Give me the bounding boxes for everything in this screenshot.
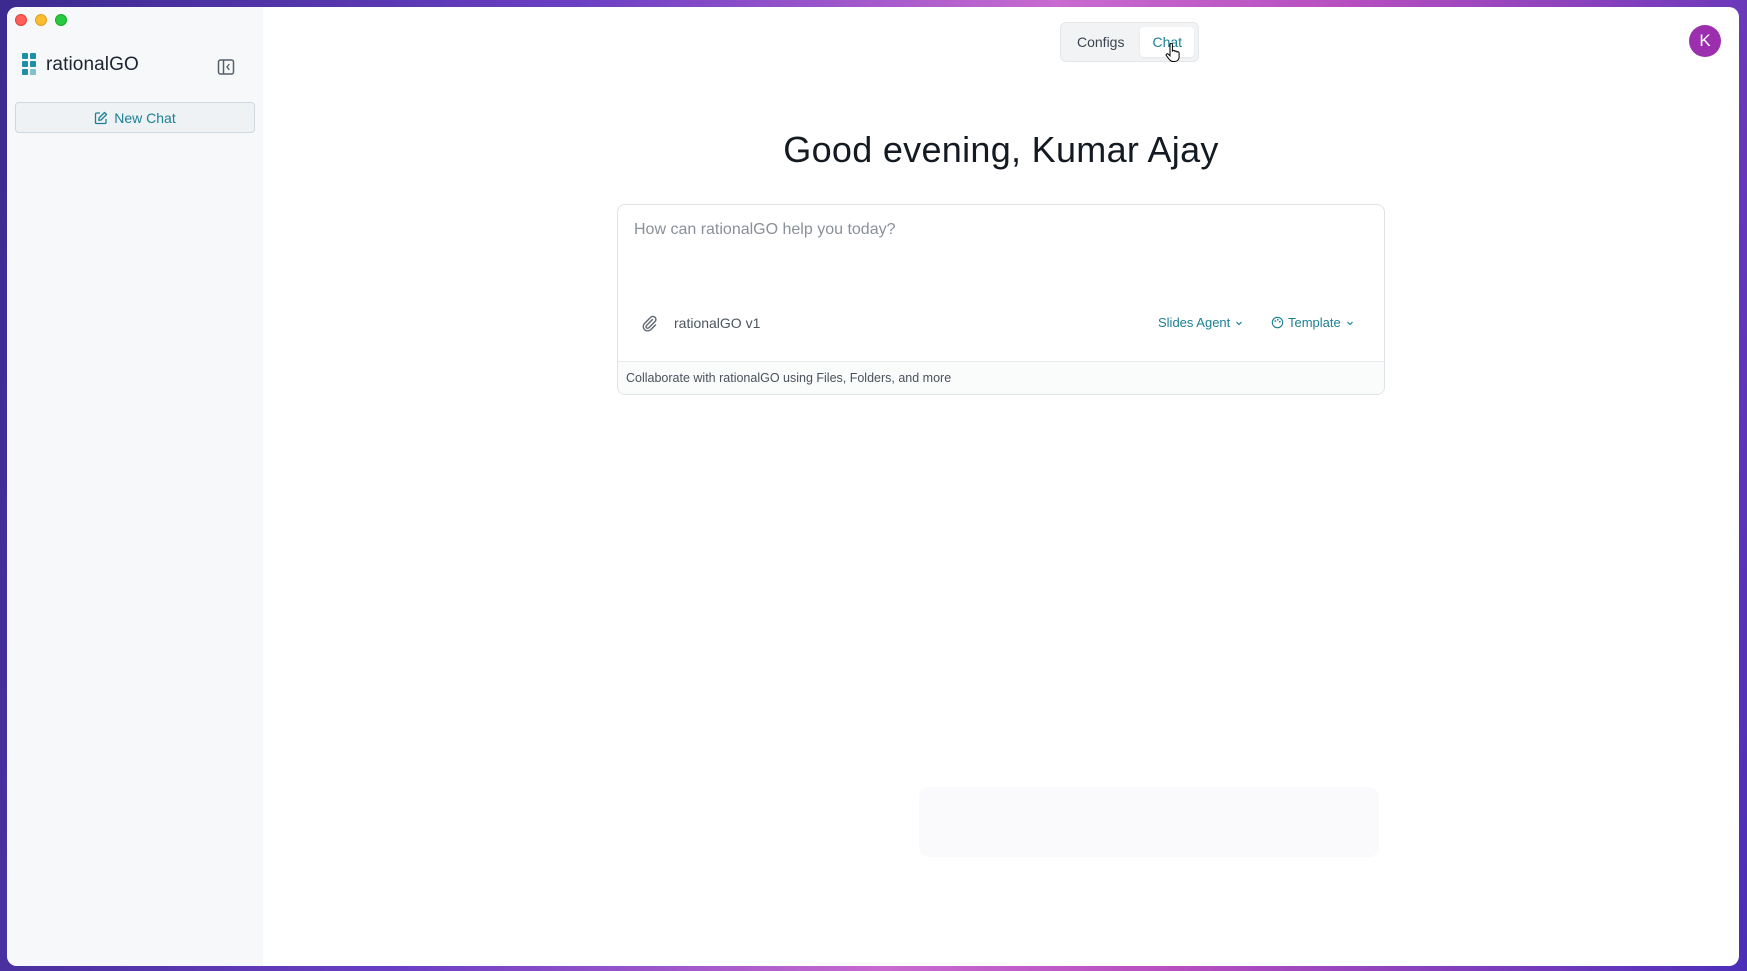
brand-name: rationalGO	[46, 54, 139, 75]
new-chat-label: New Chat	[114, 109, 176, 126]
agent-select[interactable]: Slides Agent	[1158, 315, 1244, 330]
template-select-label: Template	[1288, 315, 1341, 330]
chevron-down-icon	[1236, 321, 1243, 325]
sidebar: rationalGO New Chat	[7, 7, 263, 966]
chevron-down-icon	[1346, 321, 1353, 325]
agent-select-label: Slides Agent	[1158, 315, 1231, 330]
brand: rationalGO	[22, 53, 139, 77]
edit-icon	[95, 111, 108, 124]
model-label: rationalGO v1	[674, 315, 761, 331]
main-area: Configs Chat K Good evening, Kumar Ajay …	[263, 7, 1739, 966]
faded-placeholder	[919, 787, 1379, 857]
avatar[interactable]: K	[1689, 25, 1721, 57]
template-select[interactable]: Template	[1271, 315, 1355, 330]
attach-button[interactable]	[640, 314, 660, 334]
tab-configs[interactable]: Configs	[1065, 27, 1136, 57]
collapse-sidebar-button[interactable]	[216, 57, 236, 77]
window-controls	[15, 14, 67, 26]
prompt-input[interactable]	[628, 215, 1368, 285]
logo-icon	[22, 53, 38, 77]
sidebar-collapse-icon	[217, 59, 235, 75]
maximize-window-button[interactable]	[55, 14, 67, 26]
minimize-window-button[interactable]	[35, 14, 47, 26]
composer-footer: Collaborate with rationalGO using Files,…	[618, 361, 1384, 394]
new-chat-button[interactable]: New Chat	[15, 102, 255, 133]
composer-toolbar: rationalGO v1 Slides Agent Template	[618, 311, 1384, 335]
paperclip-icon	[642, 315, 657, 332]
tab-chat[interactable]: Chat	[1140, 27, 1195, 57]
mode-tabs: Configs Chat	[1060, 22, 1200, 62]
greeting-title: Good evening, Kumar Ajay	[783, 129, 1219, 170]
app-window: rationalGO New Chat Configs Chat K Good …	[7, 7, 1739, 966]
palette-icon	[1271, 316, 1284, 329]
chat-composer: rationalGO v1 Slides Agent Template	[617, 204, 1385, 395]
close-window-button[interactable]	[15, 14, 27, 26]
